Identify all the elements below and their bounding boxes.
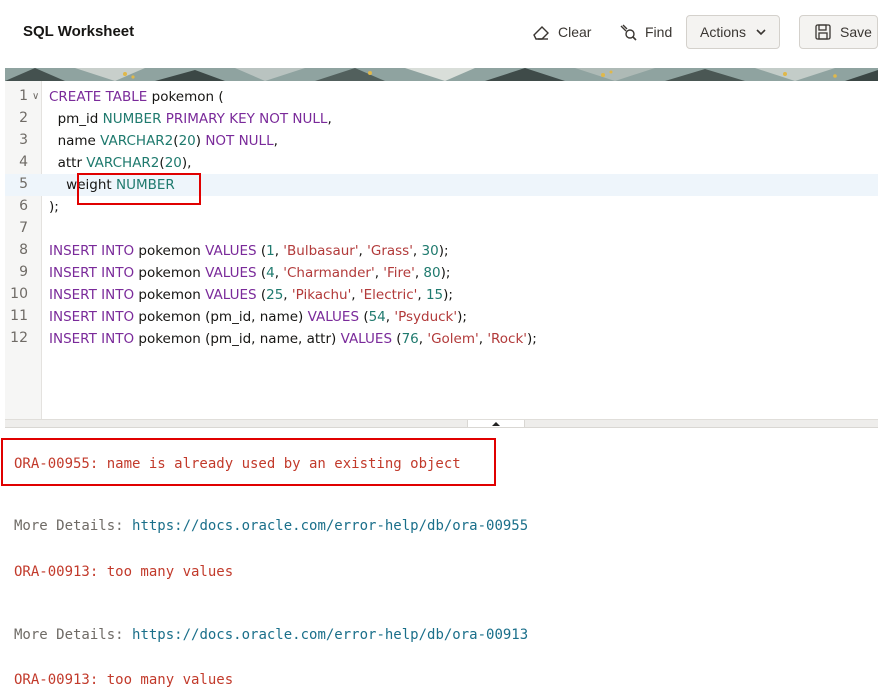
code-line: INSERT INTO pokemon (pm_id, name) VALUES…	[49, 309, 467, 325]
line-number: 11	[10, 308, 28, 324]
line-number: 8	[19, 242, 28, 258]
details-link[interactable]: https://docs.oracle.com/error-help/db/or…	[132, 518, 528, 534]
find-label: Find	[645, 24, 673, 40]
code-line: INSERT INTO pokemon VALUES (4, 'Charmand…	[49, 265, 451, 281]
pane-splitter[interactable]	[5, 419, 878, 428]
eraser-icon	[530, 21, 552, 43]
save-button[interactable]: Save	[799, 15, 878, 49]
line-number: 6	[19, 198, 28, 214]
details-line: More Details: https://docs.oracle.com/er…	[14, 518, 528, 534]
line-number: 3	[19, 132, 28, 148]
error-message: ORA-00955: name is already used by an ex…	[14, 456, 461, 472]
code-line: pm_id NUMBER PRIMARY KEY NOT NULL,	[49, 111, 332, 127]
find-button[interactable]: Find	[617, 15, 672, 49]
find-icon	[617, 21, 639, 43]
code-line: INSERT INTO pokemon VALUES (1, 'Bulbasau…	[49, 243, 449, 259]
code-line: CREATE TABLE pokemon (	[49, 89, 224, 105]
details-line: More Details: https://docs.oracle.com/er…	[14, 627, 528, 643]
details-label: More Details:	[14, 627, 133, 643]
clear-label: Clear	[558, 24, 592, 40]
script-output: ORA-00955: name is already used by an ex…	[0, 428, 878, 693]
line-number: 4	[19, 154, 28, 170]
actions-label: Actions	[700, 24, 746, 40]
error-message: ORA-00913: too many values	[14, 564, 234, 580]
details-label: More Details:	[14, 518, 133, 534]
error-message: ORA-00913: too many values	[14, 672, 234, 688]
line-number: 5	[19, 176, 28, 192]
line-number: 12	[10, 330, 28, 346]
details-link[interactable]: https://docs.oracle.com/error-help/db/or…	[132, 627, 528, 643]
toolbar: SQL Worksheet Clear Find Actions Save	[0, 0, 878, 68]
clear-button[interactable]: Clear	[530, 15, 591, 49]
splitter-grip-icon[interactable]	[467, 420, 525, 428]
code-line: INSERT INTO pokemon (pm_id, name, attr) …	[49, 331, 537, 347]
code-line: );	[49, 199, 59, 215]
line-number: 10	[10, 286, 28, 302]
decorative-banner	[5, 68, 878, 81]
actions-menu-button[interactable]: Actions	[686, 15, 780, 49]
line-number: 2	[19, 110, 28, 126]
code-line: attr VARCHAR2(20),	[49, 155, 192, 171]
code-editor[interactable]: ∨ 1 2 3 4 5 6 7 8 9 10 11 12 CREATE TABL…	[5, 81, 878, 419]
page-title: SQL Worksheet	[23, 23, 135, 40]
line-number: 7	[19, 220, 28, 236]
annotation-highlight-box	[77, 173, 201, 205]
save-disk-icon	[812, 21, 834, 43]
line-number: 1	[19, 88, 28, 104]
save-label: Save	[840, 24, 872, 40]
line-number: 9	[19, 264, 28, 280]
code-line: INSERT INTO pokemon VALUES (25, 'Pikachu…	[49, 287, 453, 303]
fold-chevron-icon[interactable]: ∨	[32, 91, 39, 102]
chevron-down-icon	[756, 28, 766, 36]
code-line: name VARCHAR2(20) NOT NULL,	[49, 133, 278, 149]
